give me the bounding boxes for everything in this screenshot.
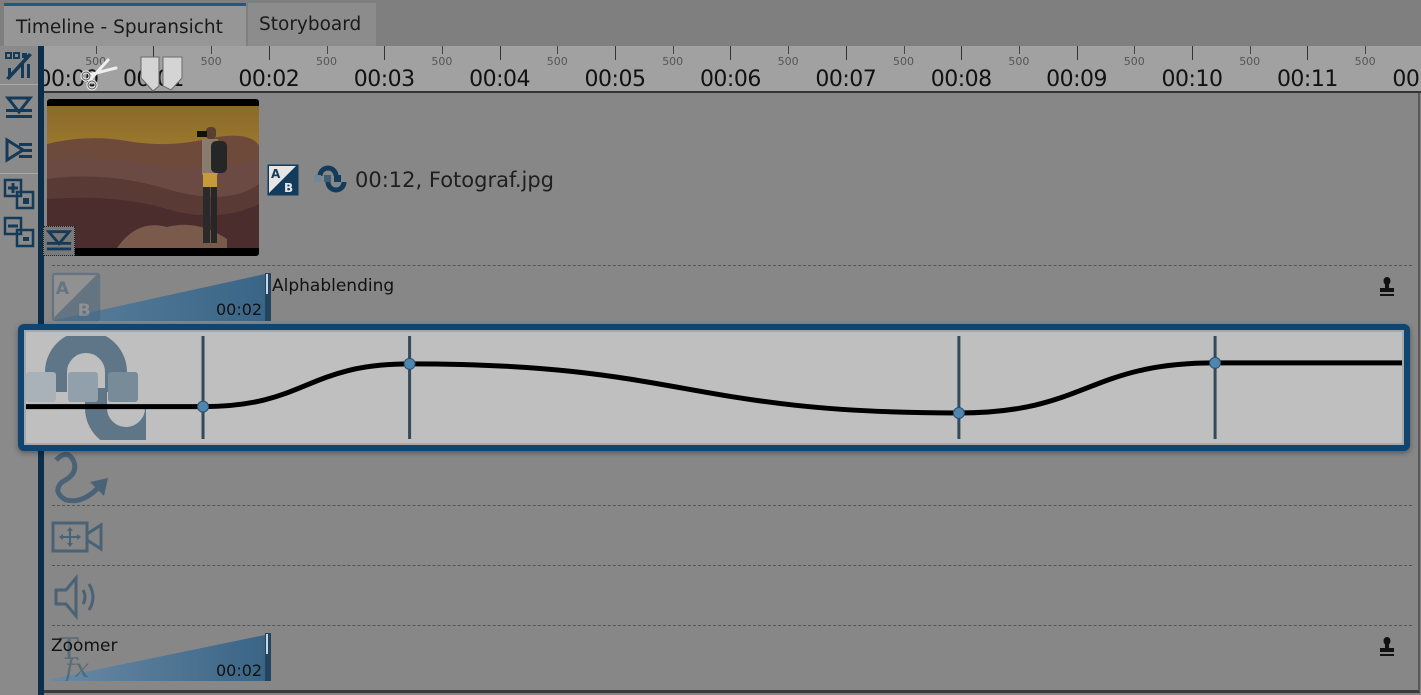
- ruler-major-tick: [1307, 46, 1309, 60]
- expand-all-icon[interactable]: [3, 134, 35, 166]
- ruler-time-label: 00:06: [699, 67, 761, 92]
- keyframe-handle-bar[interactable]: [1213, 336, 1217, 439]
- ruler-time-label: 00:05: [584, 67, 646, 92]
- track-divider: [52, 505, 1412, 506]
- remove-track-icon[interactable]: [3, 216, 35, 248]
- ruler-major-tick: [845, 46, 847, 60]
- svg-text:fx: fx: [63, 654, 90, 681]
- collapse-track-icon[interactable]: [43, 226, 75, 256]
- ruler-time-label: 00:12: [1392, 67, 1421, 92]
- ruler-minor-label: 500: [662, 55, 684, 68]
- ruler-minor-tick: [1134, 46, 1136, 54]
- clip-label: 00:12, Fotograf.jpg: [355, 168, 554, 192]
- keyframe-point[interactable]: [1209, 356, 1222, 369]
- clip-thumbnail[interactable]: [47, 99, 259, 256]
- track-divider: [52, 565, 1412, 566]
- ruler-major-tick: [268, 46, 270, 60]
- ruler-minor-tick: [672, 46, 674, 54]
- collapse-all-icon[interactable]: [3, 92, 35, 124]
- curve-graph[interactable]: [26, 332, 1402, 443]
- curve-line[interactable]: [26, 360, 1402, 416]
- ruler-minor-label: 500: [1354, 55, 1376, 68]
- ruler-minor-label: 500: [1123, 55, 1145, 68]
- path-curve-icon: [50, 452, 112, 504]
- tab-bar: Timeline - Spuransicht Storyboard: [0, 0, 1421, 46]
- scissors-icon[interactable]: [78, 54, 118, 92]
- ruler-major-tick: [730, 46, 732, 60]
- ruler-minor-label: 500: [1239, 55, 1261, 68]
- ruler-minor-tick: [95, 46, 97, 54]
- stamp-icon[interactable]: [1379, 277, 1395, 297]
- curve-editor-canvas[interactable]: [24, 330, 1404, 449]
- effect-duration: 00:02: [216, 661, 263, 680]
- ruler-major-tick: [961, 46, 963, 60]
- ruler-time-label: 00:09: [1046, 67, 1108, 92]
- keyframe-handle-bar[interactable]: [957, 336, 961, 439]
- ruler-minor-tick: [1365, 46, 1367, 54]
- ruler-minor-tick: [788, 46, 790, 54]
- ab-blend-icon: AB: [51, 272, 101, 322]
- ruler-time-label: 00:11: [1276, 67, 1338, 92]
- speaker-icon: [52, 573, 100, 621]
- keyframe-point[interactable]: [197, 400, 210, 413]
- magnet-curve-icon[interactable]: [314, 164, 348, 196]
- ruler-minor-label: 500: [200, 55, 222, 68]
- add-track-icon[interactable]: [3, 178, 35, 210]
- ruler-minor-tick: [441, 46, 443, 54]
- svg-text:A: A: [271, 167, 281, 181]
- ab-blend-icon[interactable]: AB: [267, 164, 299, 196]
- ruler-time-label: 00:04: [469, 67, 531, 92]
- track-divider: [52, 625, 1412, 626]
- ruler-major-tick: [1192, 46, 1193, 60]
- ruler-time-label: 00:02: [238, 67, 300, 92]
- ruler-minor-label: 500: [1008, 55, 1030, 68]
- effect-alphablending[interactable]: AB 00:02: [51, 272, 271, 322]
- svg-text:B: B: [284, 181, 293, 195]
- ruler-major-tick: [1076, 46, 1078, 60]
- curve-editor-panel[interactable]: [18, 324, 1410, 451]
- marker-in-out-icon[interactable]: [139, 56, 185, 92]
- ruler-minor-label: 500: [546, 55, 568, 68]
- ruler-minor-tick: [903, 46, 905, 54]
- svg-text:A: A: [56, 279, 70, 299]
- ruler-minor-label: 500: [316, 55, 337, 68]
- keyframe-handle-bar[interactable]: [201, 336, 205, 439]
- effect-duration: 00:02: [216, 300, 263, 319]
- ruler-minor-label: 500: [777, 55, 799, 68]
- ruler-time-label: 00:08: [930, 67, 992, 92]
- track-divider: [52, 265, 1412, 266]
- ruler-minor-tick: [1249, 46, 1251, 54]
- keyframe-point[interactable]: [952, 406, 965, 419]
- ruler-minor-label: 500: [431, 55, 453, 68]
- ruler-time-label: 00:03: [353, 67, 415, 92]
- percent-bars-icon[interactable]: [3, 50, 35, 82]
- ruler-minor-tick: [557, 46, 559, 54]
- tab-storyboard[interactable]: Storyboard: [248, 3, 376, 46]
- stamp-icon[interactable]: [1379, 637, 1395, 657]
- camera-move-icon: [51, 521, 103, 553]
- ruler-time-label: 00:10: [1161, 67, 1223, 92]
- keyframe-point[interactable]: [403, 357, 416, 370]
- ruler-major-tick: [615, 46, 616, 60]
- tab-timeline[interactable]: Timeline - Spuransicht: [4, 3, 246, 46]
- ruler-minor-tick: [1018, 46, 1020, 54]
- time-ruler[interactable]: 50000:0050000:0150000:0250000:0350000:04…: [38, 46, 1421, 93]
- ruler-major-tick: [384, 46, 386, 60]
- ruler-major-tick: [499, 46, 501, 60]
- effect-name: Alphablending: [272, 276, 395, 296]
- svg-text:B: B: [78, 301, 91, 321]
- thumbnail-image: [47, 106, 259, 248]
- ruler-minor-label: 500: [893, 55, 914, 68]
- effect-name: Zoomer: [51, 636, 118, 656]
- ruler-time-label: 00:07: [815, 67, 877, 92]
- ruler-minor-tick: [211, 46, 213, 54]
- ruler-minor-tick: [326, 46, 328, 54]
- keyframe-handle-bar[interactable]: [408, 336, 412, 439]
